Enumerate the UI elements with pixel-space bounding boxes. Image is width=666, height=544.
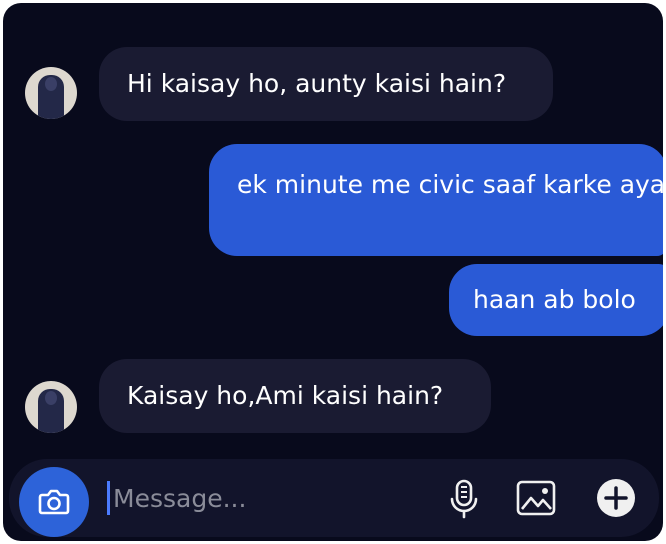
contact-avatar[interactable] bbox=[25, 67, 77, 119]
contact-avatar[interactable] bbox=[25, 381, 77, 433]
incoming-message-bubble[interactable]: Kaisay ho,Ami kaisi hain? bbox=[99, 359, 491, 433]
message-text: Hi kaisay ho, aunty kaisi hain? bbox=[127, 69, 507, 98]
message-text: ek minute me civic saaf karke aya bbox=[237, 170, 663, 199]
voice-message-button[interactable] bbox=[443, 477, 485, 519]
message-text: Kaisay ho,Ami kaisi hain? bbox=[127, 381, 444, 410]
camera-button[interactable] bbox=[19, 467, 89, 537]
message-input[interactable] bbox=[113, 477, 413, 519]
incoming-message-bubble[interactable]: Hi kaisay ho, aunty kaisi hain? bbox=[99, 47, 553, 121]
plus-icon bbox=[597, 479, 635, 517]
gallery-button[interactable] bbox=[515, 477, 557, 519]
camera-icon bbox=[38, 489, 70, 515]
outgoing-message-bubble[interactable]: ek minute me civic saaf karke aya bbox=[209, 144, 663, 256]
more-options-button[interactable] bbox=[595, 477, 637, 519]
message-composer bbox=[9, 459, 659, 537]
avatar-face bbox=[45, 77, 57, 91]
microphone-icon bbox=[450, 479, 478, 519]
outgoing-message-bubble[interactable]: haan ab bolo bbox=[449, 264, 663, 336]
gallery-icon bbox=[516, 480, 556, 516]
avatar-face bbox=[45, 391, 57, 405]
message-text: haan ab bolo bbox=[473, 285, 636, 314]
chat-screen: Hi kaisay ho, aunty kaisi hain? ek minut… bbox=[3, 3, 663, 541]
text-cursor bbox=[107, 481, 110, 515]
